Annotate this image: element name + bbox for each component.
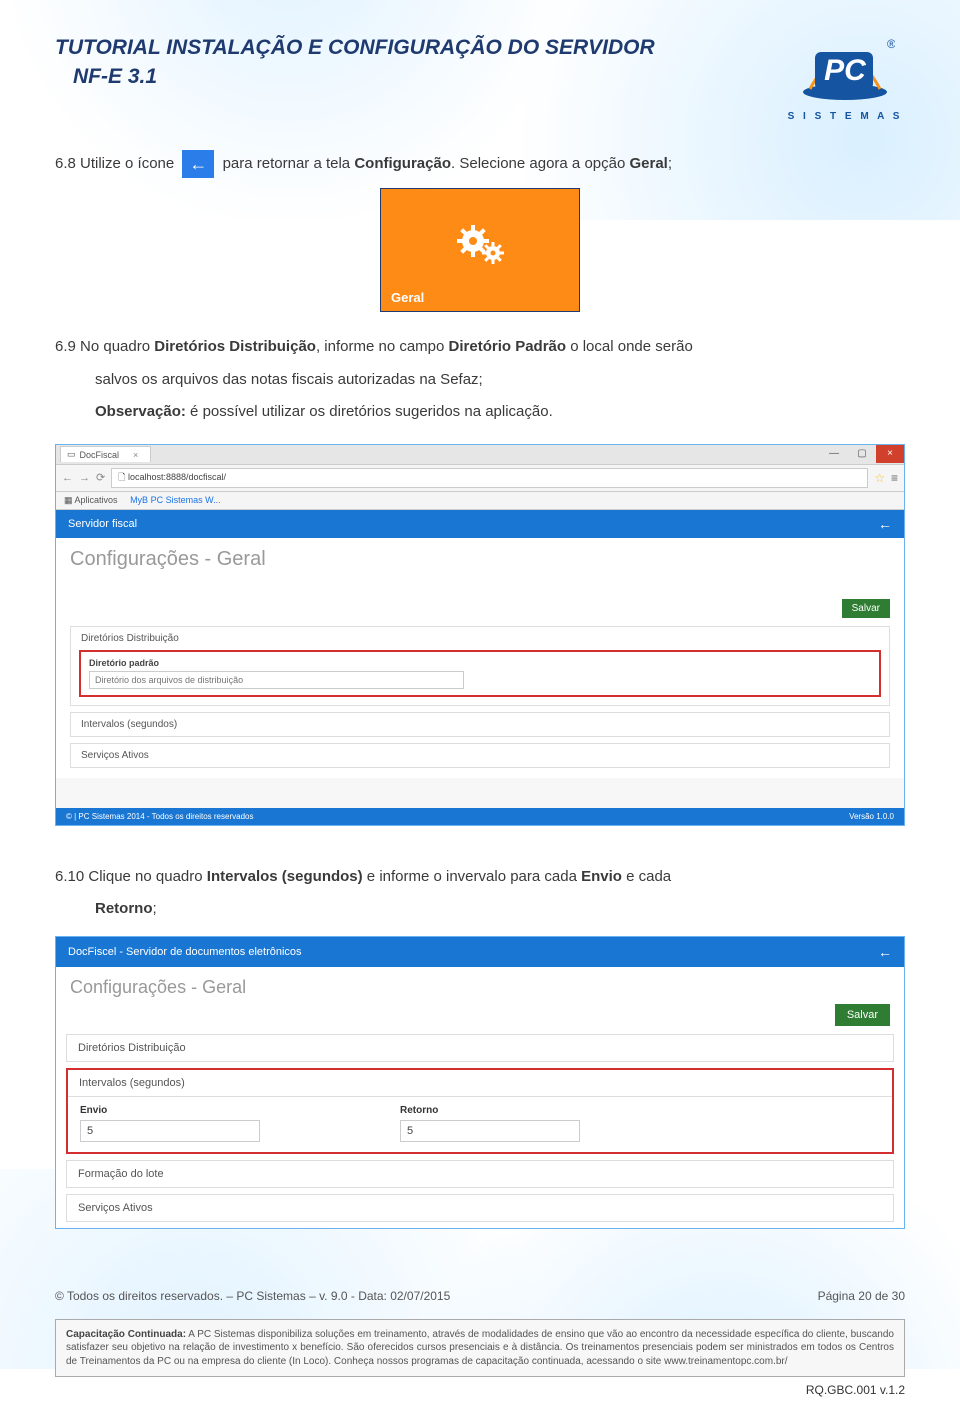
step-6-9-line2: salvos os arquivos das notas fiscais aut… [95, 369, 905, 392]
doc-title-line2: NF-E 3.1 [73, 65, 655, 89]
app-back-icon-2[interactable]: ← [878, 944, 892, 960]
screenshot-2: DocFiscel - Servidor de documentos eletr… [55, 936, 905, 1229]
step-6-10-line1: 6.10 Clique no quadro Intervalos (segund… [55, 866, 905, 889]
salvar-button[interactable]: Salvar [842, 599, 890, 618]
pc-logo: PC ® S I S T E M A S [785, 34, 905, 122]
browser-menu-icon[interactable]: ≡ [891, 471, 898, 485]
back-arrow-icon: ← [182, 150, 214, 178]
label-retorno: Retorno [400, 1105, 600, 1116]
footer-version: Versão 1.0.0 [849, 812, 894, 821]
section-diretorios-2[interactable]: Diretórios Distribuição [66, 1034, 894, 1062]
section-servicos-2[interactable]: Serviços Ativos [66, 1194, 894, 1222]
step-6-8: 6.8 Utilize o ícone ← para retornar a te… [55, 150, 905, 178]
doc-title-line1: TUTORIAL INSTALAÇÃO E CONFIGURAÇÃO DO SE… [55, 34, 655, 61]
page-icon: ▭ [67, 449, 76, 460]
bookmark-link[interactable]: MyB PC Sistemas W... [130, 495, 221, 505]
logo-subtext: S I S T E M A S [785, 111, 905, 122]
config-page-title-2: Configurações - Geral [70, 977, 890, 998]
footer-copyright: © | PC Sistemas 2014 - Todos os direitos… [66, 812, 253, 821]
app-title-2: DocFiscel - Servidor de documentos eletr… [68, 946, 302, 958]
section-header-intervalos: Intervalos (segundos) [71, 713, 889, 736]
section-formacao-lote[interactable]: Formação do lote [66, 1160, 894, 1188]
section-intervalos[interactable]: Intervalos (segundos) [70, 712, 890, 737]
forward-icon[interactable]: → [79, 472, 90, 484]
apps-shortcut[interactable]: ▦ Aplicativos [64, 495, 118, 505]
maximize-icon[interactable]: ▢ [848, 445, 876, 463]
config-page-title: Configurações - Geral [70, 548, 890, 571]
step-6-9-line1: 6.9 No quadro Diretórios Distribuição, i… [55, 336, 905, 359]
step-6-9-obs: Observação: é possível utilizar os diret… [95, 401, 905, 424]
section-header-diretorios-2: Diretórios Distribuição [67, 1035, 893, 1061]
browser-tab[interactable]: ▭ DocFiscal × [60, 446, 151, 462]
footer-left: © Todos os direitos reservados. – PC Sis… [55, 1289, 450, 1303]
page-header: TUTORIAL INSTALAÇÃO E CONFIGURAÇÃO DO SE… [55, 34, 905, 122]
app-title: Servidor fiscal [68, 518, 137, 530]
reload-icon[interactable]: ⟳ [96, 471, 105, 484]
svg-text:®: ® [887, 37, 895, 51]
diretorio-padrao-input[interactable] [89, 671, 464, 689]
section-header-servicos-2: Serviços Ativos [67, 1195, 893, 1221]
highlight-intervalos: Intervalos (segundos) Envio Retorno [66, 1068, 894, 1154]
close-tab-icon[interactable]: × [133, 450, 138, 460]
svg-text:PC: PC [824, 54, 867, 87]
section-header-intervalos-2[interactable]: Intervalos (segundos) [68, 1070, 892, 1097]
field-label-diretorio: Diretório padrão [89, 658, 871, 668]
app-back-icon[interactable]: ← [878, 516, 892, 532]
step-6-10-line2: Retorno; [95, 898, 905, 921]
section-servicos[interactable]: Serviços Ativos [70, 743, 890, 768]
envio-input[interactable] [80, 1120, 260, 1142]
footer-right: Página 20 de 30 [818, 1289, 905, 1303]
rq-code: RQ.GBC.001 v.1.2 [55, 1383, 905, 1397]
capacitacao-box: Capacitação Continuada: A PC Sistemas di… [55, 1319, 905, 1378]
salvar-button-2[interactable]: Salvar [835, 1004, 890, 1026]
screenshot-1: ▭ DocFiscal × — ▢ × ← → ⟳ 🗋 localhost:88… [55, 444, 905, 826]
section-header-diretorios: Diretórios Distribuição [71, 627, 889, 650]
geral-tile: Geral [380, 188, 580, 312]
section-header-servicos: Serviços Ativos [71, 744, 889, 767]
page-footer: © Todos os direitos reservados. – PC Sis… [55, 1289, 905, 1303]
geral-tile-label: Geral [391, 290, 424, 305]
section-header-formacao-lote: Formação do lote [67, 1161, 893, 1187]
gears-icon [451, 219, 511, 269]
section-diretorios[interactable]: Diretórios Distribuição Diretório padrão [70, 626, 890, 706]
label-envio: Envio [80, 1105, 280, 1116]
window-close-icon[interactable]: × [876, 445, 904, 463]
bookmark-star-icon[interactable]: ☆ [874, 471, 885, 485]
back-icon[interactable]: ← [62, 472, 73, 484]
address-bar[interactable]: 🗋 localhost:8888/docfiscal/ [111, 468, 868, 488]
retorno-input[interactable] [400, 1120, 580, 1142]
highlight-diretorio-padrao: Diretório padrão [79, 650, 881, 697]
minimize-icon[interactable]: — [820, 445, 848, 463]
